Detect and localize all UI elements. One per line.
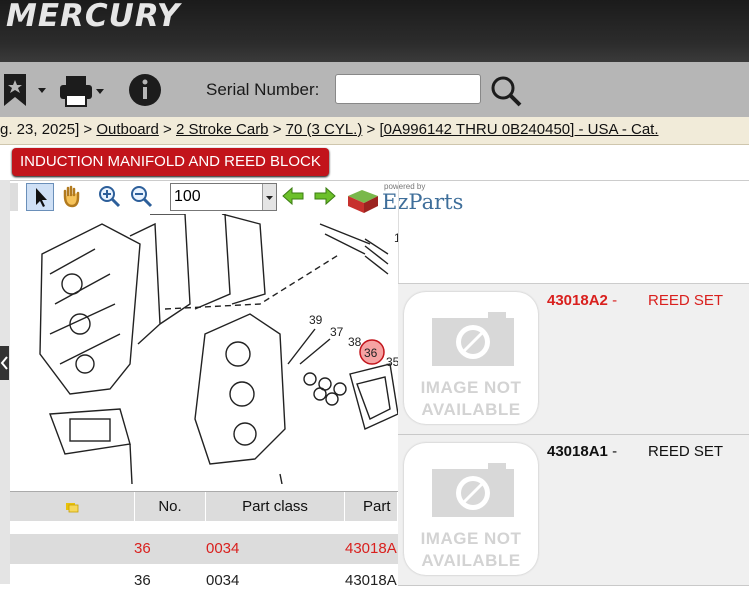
callout-36: 36	[364, 346, 378, 360]
header-part[interactable]: Part	[345, 492, 398, 522]
exploded-view-drawing: 14 13 8 9 10 39 37 38 35 36	[39, 214, 398, 484]
toolbar-scroll-left[interactable]	[10, 183, 18, 211]
collapse-handle[interactable]	[0, 346, 9, 380]
camera-icon	[432, 312, 514, 366]
camera-icon	[432, 463, 514, 517]
row-part: 43018A	[345, 540, 397, 557]
arrow-left-icon	[282, 186, 304, 206]
callout-35: 35	[386, 355, 398, 369]
mercury-logo[interactable]: MERCURY	[6, 0, 180, 34]
header-no[interactable]: No.	[135, 492, 206, 522]
row-part: 43018A	[345, 572, 397, 589]
breadcrumb-prefix: g. 23, 2025] >	[0, 121, 97, 138]
part-image-placeholder[interactable]: IMAGE NOT AVAILABLE	[404, 443, 538, 575]
row-no: 36	[134, 572, 151, 589]
part-number-value: 43018A1	[547, 443, 608, 460]
callout-37: 37	[330, 325, 344, 339]
section-title: INDUCTION MANIFOLD AND REED BLOCK	[12, 148, 329, 176]
part-description: REED SET	[648, 292, 724, 309]
zoom-in-button[interactable]	[96, 183, 124, 211]
table-row-partial[interactable]	[10, 521, 398, 533]
part-number[interactable]: 43018A2 -	[547, 292, 617, 309]
search-icon[interactable]	[489, 74, 523, 108]
part-dash: -	[612, 292, 618, 309]
breadcrumb-separator: >	[158, 121, 176, 138]
header-part-class[interactable]: Part class	[206, 492, 345, 522]
bookmark-icon[interactable]	[2, 72, 48, 110]
breadcrumb-separator: >	[362, 121, 380, 138]
part-description: REED SET	[648, 443, 724, 460]
callout-39: 39	[309, 313, 323, 327]
chevron-down-icon[interactable]	[262, 184, 276, 210]
part-card[interactable]: IMAGE NOT AVAILABLE 43018A2 - REED SET	[398, 284, 749, 435]
table-row[interactable]: 36 0034 43018A	[10, 534, 398, 564]
row-part-class: 0034	[206, 572, 240, 589]
serial-number-input[interactable]	[335, 74, 481, 104]
cart-icon	[66, 503, 79, 513]
callout-38: 38	[348, 335, 362, 349]
zoom-level-select[interactable]: 100	[170, 183, 277, 211]
print-icon[interactable]	[58, 74, 108, 108]
select-tool-button[interactable]	[26, 183, 54, 211]
zoom-level-value: 100	[174, 188, 201, 205]
part-dash: -	[612, 443, 618, 460]
table-row[interactable]: 36 0034 43018A	[10, 566, 398, 596]
breadcrumb: g. 23, 2025] > Outboard > 2 Stroke Carb …	[0, 117, 749, 145]
previous-button[interactable]	[280, 183, 308, 211]
breadcrumb-item-70-3-cyl[interactable]: 70 (3 CYL.)	[286, 121, 363, 138]
breadcrumb-item-serial-range[interactable]: [0A996142 THRU 0B240450] - USA - Cat.	[379, 121, 658, 138]
part-card[interactable]: IMAGE NOT AVAILABLE 43018A1 - REED SET	[398, 435, 749, 586]
part-number[interactable]: 43018A1 -	[547, 443, 617, 460]
side-collapse-strip[interactable]	[0, 180, 10, 584]
zoom-in-icon	[99, 186, 121, 208]
part-number-value: 43018A2	[547, 292, 608, 309]
part-image-placeholder[interactable]: IMAGE NOT AVAILABLE	[404, 292, 538, 424]
viewer-right-area	[398, 180, 749, 284]
info-icon[interactable]	[128, 73, 164, 109]
image-not-available-text: AVAILABLE	[421, 400, 521, 419]
image-not-available-text: AVAILABLE	[421, 551, 521, 570]
image-not-available-text: IMAGE NOT	[420, 529, 522, 548]
arrow-pointer-icon	[36, 188, 47, 207]
parts-diagram[interactable]: 14 13 8 9 10 39 37 38 35 36	[10, 214, 398, 484]
callout-36-highlight[interactable]: 36	[359, 339, 385, 365]
breadcrumb-separator: >	[268, 121, 286, 138]
ezparts-box-icon	[348, 190, 378, 213]
pan-tool-button[interactable]	[58, 183, 86, 211]
arrow-right-icon	[314, 186, 336, 206]
zoom-out-icon	[131, 186, 153, 208]
app-header: MERCURY	[0, 0, 749, 62]
breadcrumb-item-outboard[interactable]: Outboard	[96, 121, 159, 138]
breadcrumb-item-2-stroke-carb[interactable]: 2 Stroke Carb	[176, 121, 269, 138]
serial-number-label: Serial Number:	[206, 80, 320, 99]
header-icon-col[interactable]	[10, 492, 135, 522]
parts-table-header: No. Part class Part	[10, 491, 398, 523]
image-not-available-text: IMAGE NOT	[420, 378, 522, 397]
hand-icon	[63, 185, 80, 208]
chevron-down-icon	[38, 88, 46, 93]
row-part-class: 0034	[206, 540, 240, 557]
next-button[interactable]	[312, 183, 340, 211]
zoom-out-button[interactable]	[128, 183, 156, 211]
chevron-left-icon	[0, 356, 8, 370]
row-no: 36	[134, 540, 151, 557]
